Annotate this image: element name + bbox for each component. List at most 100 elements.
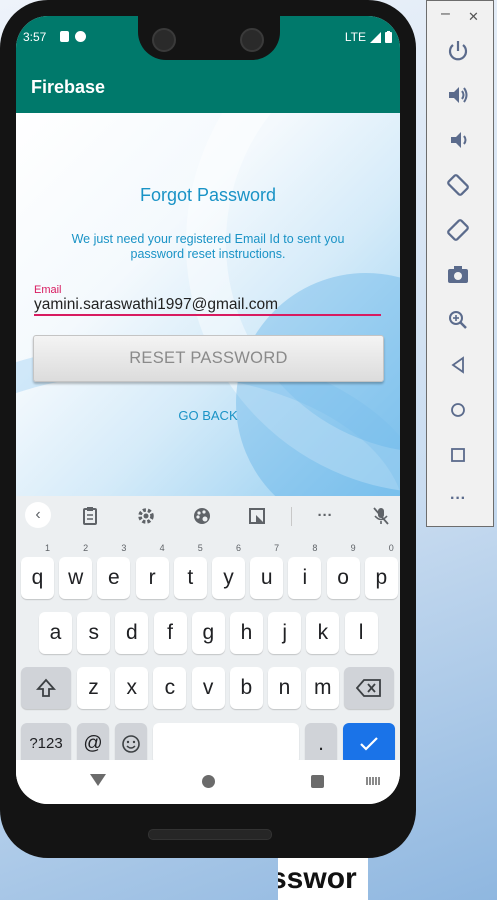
key-label: s (88, 621, 99, 644)
key-v[interactable]: v (191, 667, 225, 709)
key-w[interactable]: w2 (59, 544, 93, 599)
key-label: a (49, 621, 62, 644)
key-s[interactable]: s (77, 612, 111, 654)
key-label: x (126, 676, 137, 699)
space-key[interactable] (153, 723, 299, 765)
key-label: j (282, 621, 288, 644)
key-t[interactable]: t5 (173, 544, 207, 599)
background-window-text: sswor (278, 858, 368, 900)
key-e[interactable]: e3 (97, 544, 131, 599)
rotate-right-icon[interactable] (444, 216, 472, 244)
go-back-link[interactable]: GO BACK (16, 408, 400, 423)
emulator-toolbar: – ✕ ··· (426, 0, 494, 527)
key-u[interactable]: u7 (250, 544, 284, 599)
nav-back-icon[interactable] (90, 774, 106, 786)
close-icon[interactable]: ✕ (468, 9, 479, 25)
key-label: v (202, 676, 214, 699)
overview-icon[interactable] (444, 441, 472, 469)
navigation-bar (16, 760, 400, 804)
keyboard-toolbar: ‹ ··· (16, 496, 400, 536)
camera-notch (138, 16, 280, 60)
key-label: h (240, 621, 253, 644)
key-label: k (317, 621, 329, 644)
symbols-key[interactable]: ?123 (21, 723, 71, 765)
more-icon[interactable]: ··· (444, 485, 472, 513)
key-k[interactable]: k (306, 612, 340, 654)
key-label: z (88, 676, 99, 699)
back-icon[interactable] (444, 351, 472, 379)
more-icon[interactable]: ··· (314, 505, 336, 527)
key-hint: 9 (350, 543, 356, 553)
key-label: b (240, 676, 253, 699)
rotate-left-icon[interactable] (444, 171, 472, 199)
key-i[interactable]: i8 (288, 544, 322, 599)
key-f[interactable]: f (153, 612, 187, 654)
shift-icon (35, 678, 57, 697)
mic-off-icon[interactable] (370, 505, 392, 527)
phone-frame: 3:57 LTE Firebase Forgot Password We jus… (0, 0, 416, 858)
minimize-icon[interactable]: – (441, 5, 450, 23)
resize-icon[interactable] (246, 505, 268, 527)
clipboard-icon[interactable] (79, 505, 101, 527)
speaker-grille (148, 829, 272, 840)
key-b[interactable]: b (229, 667, 263, 709)
key-label: u (260, 566, 273, 589)
shift-key[interactable] (21, 667, 71, 709)
key-label: d (126, 621, 138, 644)
key-r[interactable]: r4 (135, 544, 169, 599)
key-g[interactable]: g (191, 612, 225, 654)
key-a[interactable]: a (39, 612, 72, 654)
camera-icon[interactable] (444, 261, 472, 289)
key-hint: 6 (235, 543, 241, 553)
key-d[interactable]: d (115, 612, 149, 654)
period-key[interactable]: . (305, 723, 337, 765)
email-field[interactable] (34, 294, 380, 316)
key-label: o (337, 566, 349, 589)
keyboard-switch-icon[interactable] (366, 777, 381, 785)
front-camera-icon (152, 28, 176, 52)
home-icon[interactable] (444, 396, 472, 424)
key-label: m (313, 676, 332, 699)
emoji-key[interactable] (115, 723, 147, 765)
page-title: Forgot Password (139, 185, 277, 205)
key-z[interactable]: z (77, 667, 110, 709)
key-n[interactable]: n (268, 667, 301, 709)
settings-icon[interactable] (135, 505, 157, 527)
front-camera-icon (240, 28, 264, 52)
key-hint: 1 (44, 543, 50, 553)
app-title: Firebase (31, 77, 106, 97)
key-label: t (187, 566, 194, 589)
key-label: e (108, 566, 120, 589)
key-label: c (164, 676, 176, 699)
backspace-key[interactable] (344, 667, 394, 709)
check-icon (360, 737, 378, 751)
volume-down-icon[interactable] (444, 126, 472, 154)
volume-up-icon[interactable] (444, 81, 472, 109)
key-q[interactable]: q1 (21, 544, 54, 599)
key-o[interactable]: o9 (326, 544, 360, 599)
key-p[interactable]: p0 (364, 544, 398, 599)
key-h[interactable]: h (230, 612, 263, 654)
key-j[interactable]: j (268, 612, 302, 654)
key-l[interactable]: l (344, 612, 378, 654)
key-label: w (68, 566, 84, 589)
key-x[interactable]: x (115, 667, 149, 709)
back-chevron-icon[interactable]: ‹ (25, 502, 51, 528)
key-label: r (148, 566, 156, 589)
network-type: LTE (344, 30, 366, 44)
signal-icon (370, 31, 381, 43)
nav-home-icon[interactable] (202, 775, 215, 788)
key-hint: 8 (312, 543, 318, 553)
power-icon[interactable] (444, 37, 472, 65)
enter-key[interactable] (343, 723, 395, 765)
key-c[interactable]: c (153, 667, 187, 709)
palette-icon[interactable] (191, 505, 213, 527)
at-key[interactable]: @ (77, 723, 109, 765)
forgot-password-form: Forgot Password We just need your regist… (16, 113, 400, 496)
key-label: f (167, 621, 174, 644)
reset-password-button[interactable]: RESET PASSWORD (33, 335, 384, 382)
zoom-icon[interactable] (444, 306, 472, 334)
key-m[interactable]: m (306, 667, 340, 709)
key-y[interactable]: y6 (212, 544, 245, 599)
nav-recents-icon[interactable] (311, 775, 324, 788)
